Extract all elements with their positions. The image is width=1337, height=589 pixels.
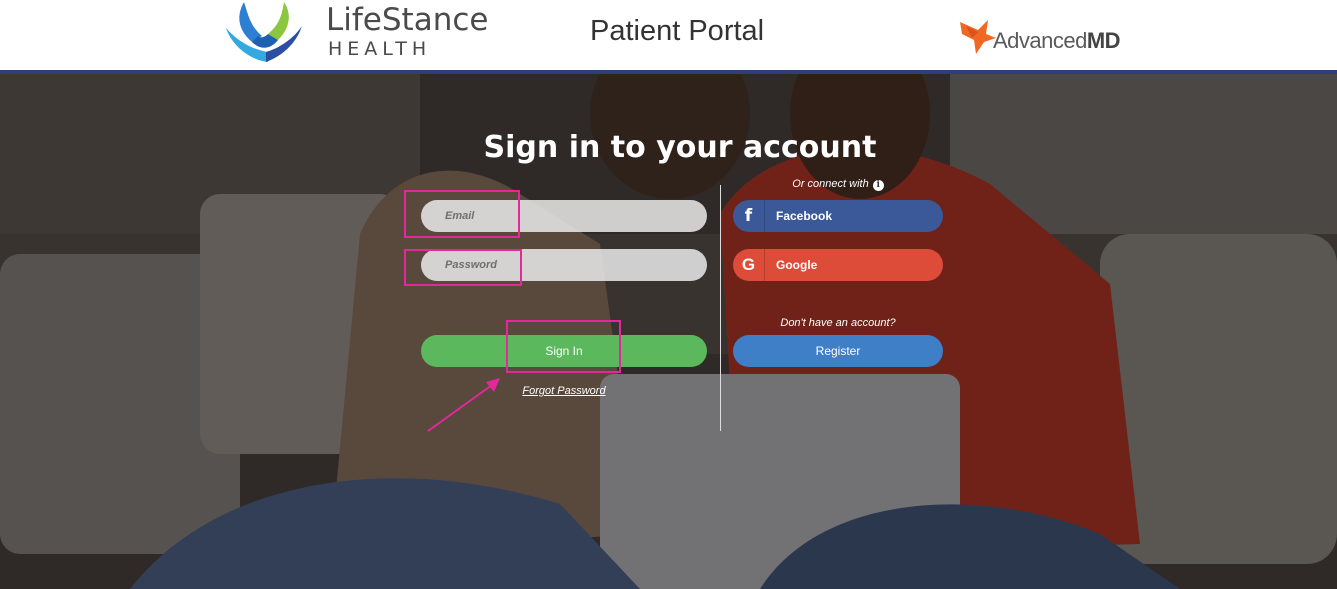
email-highlight-box bbox=[404, 190, 520, 238]
portal-title: Patient Portal bbox=[590, 15, 765, 47]
sign-in-highlight-box bbox=[506, 320, 621, 373]
wordmark-suffix: MD bbox=[1086, 28, 1121, 53]
brand-subtitle: HEALTH bbox=[328, 38, 432, 60]
lifestance-mark-icon bbox=[226, 2, 302, 62]
info-icon[interactable]: i bbox=[872, 180, 884, 191]
password-highlight-box bbox=[404, 249, 522, 286]
lifestance-logo[interactable]: LifeStance HEALTH bbox=[222, 0, 522, 68]
connect-with-text: Or connect with bbox=[792, 178, 869, 190]
site-header: LifeStance HEALTH Patient Portal Advance… bbox=[0, 0, 1337, 70]
forgot-password-link[interactable]: Forgot Password bbox=[421, 385, 707, 397]
register-button[interactable]: Register bbox=[733, 335, 943, 367]
facebook-login-button[interactable]: f Facebook bbox=[733, 200, 943, 232]
google-login-button[interactable]: G Google bbox=[733, 249, 943, 281]
wordmark-prefix: Advanced bbox=[993, 28, 1087, 53]
facebook-icon: f bbox=[733, 200, 765, 232]
vertical-divider bbox=[720, 185, 721, 431]
advancedmd-wordmark: AdvancedMD bbox=[993, 28, 1121, 54]
advancedmd-bird-icon bbox=[960, 20, 996, 54]
connect-with-label: Or connect with i bbox=[733, 178, 943, 191]
google-icon: G bbox=[733, 249, 765, 281]
signin-heading: Sign in to your account bbox=[483, 130, 877, 165]
brand-name: LifeStance bbox=[326, 2, 489, 38]
google-label: Google bbox=[776, 258, 818, 272]
facebook-label: Facebook bbox=[776, 209, 833, 223]
advancedmd-logo[interactable]: AdvancedMD bbox=[958, 14, 1138, 58]
no-account-prompt: Don't have an account? bbox=[780, 317, 896, 329]
login-hero: Sign in to your account Sign In Forgot P… bbox=[0, 74, 1337, 589]
